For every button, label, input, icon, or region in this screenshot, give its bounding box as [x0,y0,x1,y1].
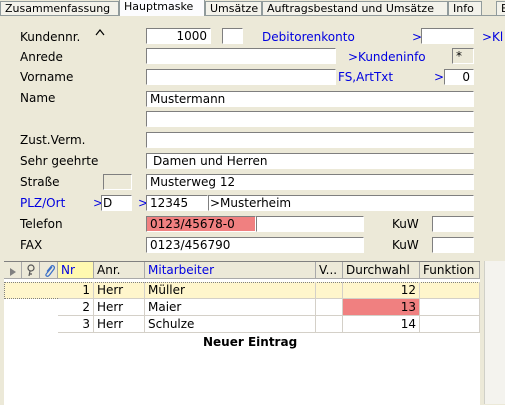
kl-link[interactable]: >Kl [482,30,503,44]
fs-arttxt-field[interactable]: 0 [444,69,474,85]
kuw-label-telefon: KuW [392,217,419,231]
vertical-scrollbar[interactable] [484,261,505,404]
cell-anr[interactable]: Herr [94,316,145,333]
kundennr-label: Kundennr. [20,30,81,44]
telefon-field[interactable]: 0123/45678-0 [146,216,256,232]
kundennr-field[interactable]: 1000 [146,28,211,44]
col-header-durchwahl[interactable]: Durchwahl [343,262,420,279]
fs-arttxt-link[interactable]: FS,ArtTxt [338,70,393,84]
cell-funktion[interactable] [420,299,480,316]
paperclip-icon [43,263,55,278]
plz-ort-link[interactable]: PLZ/Ort [20,196,65,210]
key-icon [25,264,37,278]
col-header-nr-label: Nr [61,263,75,277]
telefon-extra-field[interactable] [256,216,364,232]
col-header-mitarbeiter[interactable]: Mitarbeiter [145,262,316,279]
paperclip-icon-header[interactable] [40,262,58,279]
zust-verm-field[interactable] [146,132,474,148]
key-icon-header[interactable] [22,262,40,279]
cell-mitarbeiter[interactable]: Schulze [145,316,316,333]
cell-v[interactable] [316,299,343,316]
tab-e[interactable]: E [496,1,505,15]
col-header-mitarbeiter-label: Mitarbeiter [148,263,215,277]
col-header-nr[interactable]: Nr [58,262,94,279]
kuw-telefon-field[interactable] [432,216,474,232]
col-header-v[interactable]: V... [316,262,343,279]
fs-arrow[interactable]: > [434,70,444,84]
cell-anr[interactable]: Herr [94,282,145,299]
tab-zusammenfassung[interactable]: Zusammenfassung [0,1,119,15]
cell-durchwahl[interactable]: 12 [343,282,420,299]
telefon-label: Telefon [20,217,63,231]
anrede-label: Anrede [20,50,63,64]
tab-hauptmaske[interactable]: Hauptmaske [119,0,205,16]
cell-funktion[interactable] [420,316,480,333]
kuw-label-fax: KuW [392,238,419,252]
vorname-field[interactable] [146,69,336,85]
kundennr-extra-field[interactable] [222,28,243,44]
cell-mitarbeiter[interactable]: Maier [145,299,316,316]
land-field[interactable]: D [101,195,132,211]
cell-funktion[interactable] [420,282,480,299]
name2-field[interactable] [146,111,474,127]
fax-field[interactable]: 0123/456790 [146,237,364,253]
plz-field[interactable]: 12345 [146,195,208,211]
cell-anr[interactable]: Herr [94,299,145,316]
name-field[interactable]: Mustermann [146,91,474,107]
tab-umsaetze[interactable]: Umsätze [205,1,262,15]
vorname-label: Vorname [20,70,74,84]
zust-verm-label: Zust.Verm. [20,133,86,147]
fax-label: FAX [20,238,43,252]
cell-v[interactable] [316,282,343,299]
anrede-field[interactable] [146,48,336,64]
strasse-label: Straße [20,175,60,189]
tab-info[interactable]: Info [448,1,482,15]
tab-bar: Zusammenfassung Hauptmaske Umsätze Auftr… [0,0,505,16]
kundeninfo-link[interactable]: >Kundeninfo [348,50,426,64]
col-header-anr[interactable]: Anr. [94,262,145,279]
col-header-funktion[interactable]: Funktion [420,262,480,279]
strasse-field[interactable]: Musterweg 12 [146,174,474,190]
debitorenkonto-field[interactable] [421,28,474,44]
strasse-prefix-field [103,174,132,190]
cell-durchwahl-highlight[interactable]: 13 [343,299,420,316]
record-selector-header [4,262,22,279]
kundeninfo-field: * [452,48,474,64]
ort-field[interactable]: >Musterheim [208,195,474,211]
cell-nr[interactable]: 2 [58,299,94,316]
play-icon [8,265,18,278]
tab-auftragsbestand[interactable]: Auftragsbestand und Umsätze [262,1,448,15]
mitarbeiter-grid: Nr Anr. Mitarbeiter V... Durchwahl Funkt… [4,261,480,405]
cell-nr[interactable]: 1 [58,282,94,299]
debitorenkonto-link[interactable]: Debitorenkonto [262,30,355,44]
new-entry-row[interactable]: Neuer Eintrag [203,335,297,349]
kuw-fax-field[interactable] [432,237,474,253]
sehr-geehrte-field[interactable]: Damen und Herren [146,153,474,169]
cell-durchwahl[interactable]: 14 [343,316,420,333]
cell-v[interactable] [316,316,343,333]
cell-mitarbeiter[interactable]: Müller [145,282,316,299]
cell-nr[interactable]: 3 [58,316,94,333]
sehr-geehrte-label: Sehr geehrte [20,154,99,168]
sort-up-icon[interactable] [94,27,106,39]
name-label: Name [20,91,56,105]
